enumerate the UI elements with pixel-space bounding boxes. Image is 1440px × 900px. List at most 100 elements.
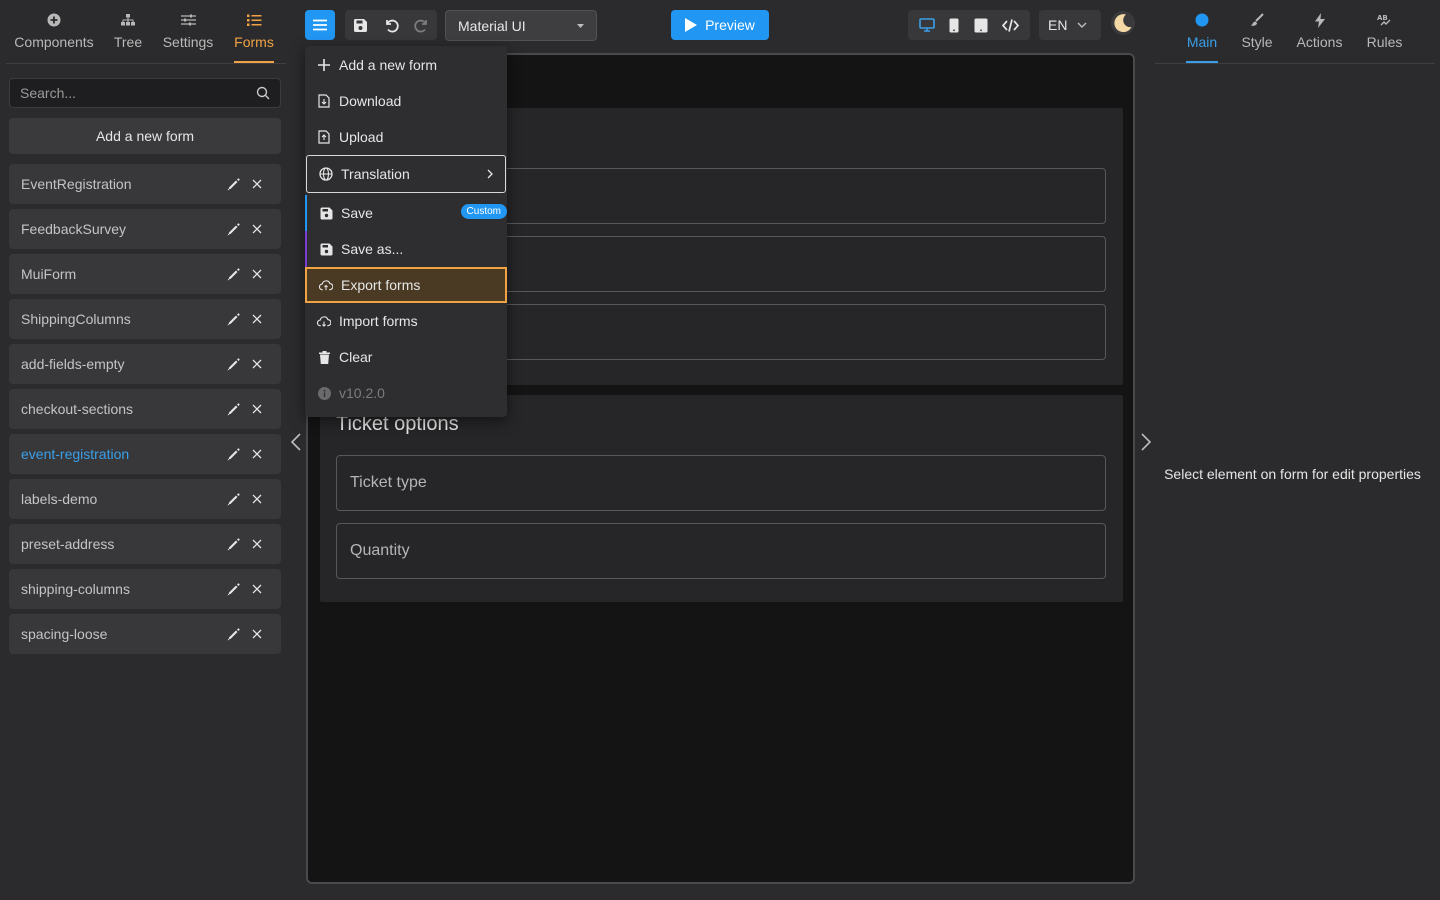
left-tabs: Components Tree Settings Forms bbox=[6, 0, 286, 64]
edit-pencil-icon[interactable] bbox=[221, 357, 245, 371]
svg-text:AB: AB bbox=[1377, 14, 1388, 22]
add-new-form-button[interactable]: Add a new form bbox=[9, 118, 281, 154]
form-list-item[interactable]: event-registration bbox=[9, 434, 281, 474]
form-name: checkout-sections bbox=[21, 401, 134, 417]
close-icon[interactable] bbox=[245, 494, 269, 504]
file-toolbar bbox=[345, 10, 437, 40]
edit-pencil-icon[interactable] bbox=[221, 492, 245, 506]
edit-pencil-icon[interactable] bbox=[221, 312, 245, 326]
close-icon[interactable] bbox=[245, 179, 269, 189]
tree-icon bbox=[112, 10, 144, 30]
circle-icon bbox=[1186, 10, 1218, 30]
tab-actions[interactable]: Actions bbox=[1296, 10, 1343, 50]
form-name: EventRegistration bbox=[21, 176, 132, 192]
cloud-upload-icon bbox=[319, 279, 333, 291]
form-list-item[interactable]: FeedbackSurvey bbox=[9, 209, 281, 249]
menu-item-save-as[interactable]: Save as... bbox=[305, 231, 507, 267]
preview-button[interactable]: Preview bbox=[671, 10, 769, 40]
tab-main[interactable]: Main bbox=[1186, 10, 1218, 63]
form-list-item[interactable]: add-fields-empty bbox=[9, 344, 281, 384]
form-list-item[interactable]: shipping-columns bbox=[9, 569, 281, 609]
form-name: ShippingColumns bbox=[21, 311, 131, 327]
mobile-icon[interactable] bbox=[949, 18, 959, 33]
tablet-icon[interactable] bbox=[974, 18, 988, 33]
form-name: FeedbackSurvey bbox=[21, 221, 127, 237]
close-icon[interactable] bbox=[245, 539, 269, 549]
save-icon-button[interactable] bbox=[353, 18, 368, 33]
tab-components[interactable]: Components bbox=[14, 10, 94, 50]
play-icon bbox=[685, 18, 698, 32]
plus-icon bbox=[317, 59, 331, 71]
form-list-item[interactable]: EventRegistration bbox=[9, 164, 281, 204]
tab-forms[interactable]: Forms bbox=[234, 10, 274, 63]
form-list-item[interactable]: checkout-sections bbox=[9, 389, 281, 429]
main-menu-button[interactable] bbox=[305, 10, 335, 40]
close-icon[interactable] bbox=[245, 404, 269, 414]
edit-pencil-icon[interactable] bbox=[221, 222, 245, 236]
undo-icon-button[interactable] bbox=[383, 17, 399, 33]
plus-circle-icon bbox=[14, 10, 94, 30]
hamburger-icon bbox=[313, 19, 327, 31]
quantity-field[interactable]: Quantity bbox=[336, 523, 1106, 579]
form-name: preset-address bbox=[21, 536, 115, 552]
close-icon[interactable] bbox=[245, 224, 269, 234]
menu-item-upload[interactable]: Upload bbox=[305, 119, 507, 155]
edit-pencil-icon[interactable] bbox=[221, 537, 245, 551]
tab-settings[interactable]: Settings bbox=[162, 10, 214, 50]
form-list-item[interactable]: MuiForm bbox=[9, 254, 281, 294]
search-input[interactable]: Search... bbox=[9, 78, 281, 108]
search-icon[interactable] bbox=[256, 86, 270, 100]
caret-down-icon bbox=[577, 23, 584, 28]
menu-item-export-forms[interactable]: Export forms bbox=[305, 267, 507, 303]
menu-item-clear[interactable]: Clear bbox=[305, 339, 507, 375]
redo-icon-button[interactable] bbox=[413, 17, 430, 33]
edit-pencil-icon[interactable] bbox=[221, 267, 245, 281]
globe-icon bbox=[319, 167, 333, 181]
menu-item-translation[interactable]: Translation bbox=[306, 155, 506, 193]
collapse-right-panel-icon[interactable] bbox=[1140, 432, 1152, 452]
code-icon[interactable] bbox=[1001, 18, 1019, 32]
menu-item-add-new-form[interactable]: Add a new form bbox=[305, 47, 507, 83]
form-name: add-fields-empty bbox=[21, 356, 125, 372]
ticket-type-field[interactable]: Ticket type bbox=[336, 455, 1106, 511]
close-icon[interactable] bbox=[245, 269, 269, 279]
moon-icon bbox=[1110, 10, 1136, 36]
save-icon bbox=[319, 243, 333, 256]
language-select[interactable]: EN bbox=[1039, 10, 1101, 40]
menu-item-save[interactable]: Save Custom bbox=[305, 195, 507, 231]
desktop-icon[interactable] bbox=[919, 18, 935, 32]
edit-pencil-icon[interactable] bbox=[221, 177, 245, 191]
form-name: labels-demo bbox=[21, 491, 98, 507]
rules-icon: AB bbox=[1366, 10, 1403, 30]
tab-style[interactable]: Style bbox=[1241, 10, 1273, 50]
lightning-icon bbox=[1296, 10, 1343, 30]
dark-mode-toggle[interactable] bbox=[1110, 10, 1136, 36]
chevron-down-icon bbox=[1077, 22, 1087, 28]
tab-tree[interactable]: Tree bbox=[112, 10, 144, 50]
trash-icon bbox=[317, 350, 331, 364]
close-icon[interactable] bbox=[245, 629, 269, 639]
edit-pencil-icon[interactable] bbox=[221, 447, 245, 461]
edit-pencil-icon[interactable] bbox=[221, 582, 245, 596]
theme-select[interactable]: Material UI bbox=[445, 10, 597, 41]
form-list-item[interactable]: ShippingColumns bbox=[9, 299, 281, 339]
info-icon bbox=[317, 386, 331, 400]
collapse-left-panel-icon[interactable] bbox=[290, 432, 302, 452]
form-name: shipping-columns bbox=[21, 581, 130, 597]
close-icon[interactable] bbox=[245, 449, 269, 459]
form-section-2[interactable]: Ticket options Ticket type Quantity bbox=[320, 395, 1123, 602]
form-list-item[interactable]: preset-address bbox=[9, 524, 281, 564]
menu-item-import-forms[interactable]: Import forms bbox=[305, 303, 507, 339]
edit-pencil-icon[interactable] bbox=[221, 627, 245, 641]
close-icon[interactable] bbox=[245, 359, 269, 369]
close-icon[interactable] bbox=[245, 584, 269, 594]
edit-pencil-icon[interactable] bbox=[221, 402, 245, 416]
form-list-item[interactable]: spacing-loose bbox=[9, 614, 281, 654]
form-list-item[interactable]: labels-demo bbox=[9, 479, 281, 519]
sliders-icon bbox=[162, 10, 214, 30]
tab-rules[interactable]: AB Rules bbox=[1366, 10, 1403, 50]
right-tabs: Main Style Actions AB Rules bbox=[1155, 0, 1435, 64]
form-name: MuiForm bbox=[21, 266, 77, 282]
close-icon[interactable] bbox=[245, 314, 269, 324]
menu-item-download[interactable]: Download bbox=[305, 83, 507, 119]
